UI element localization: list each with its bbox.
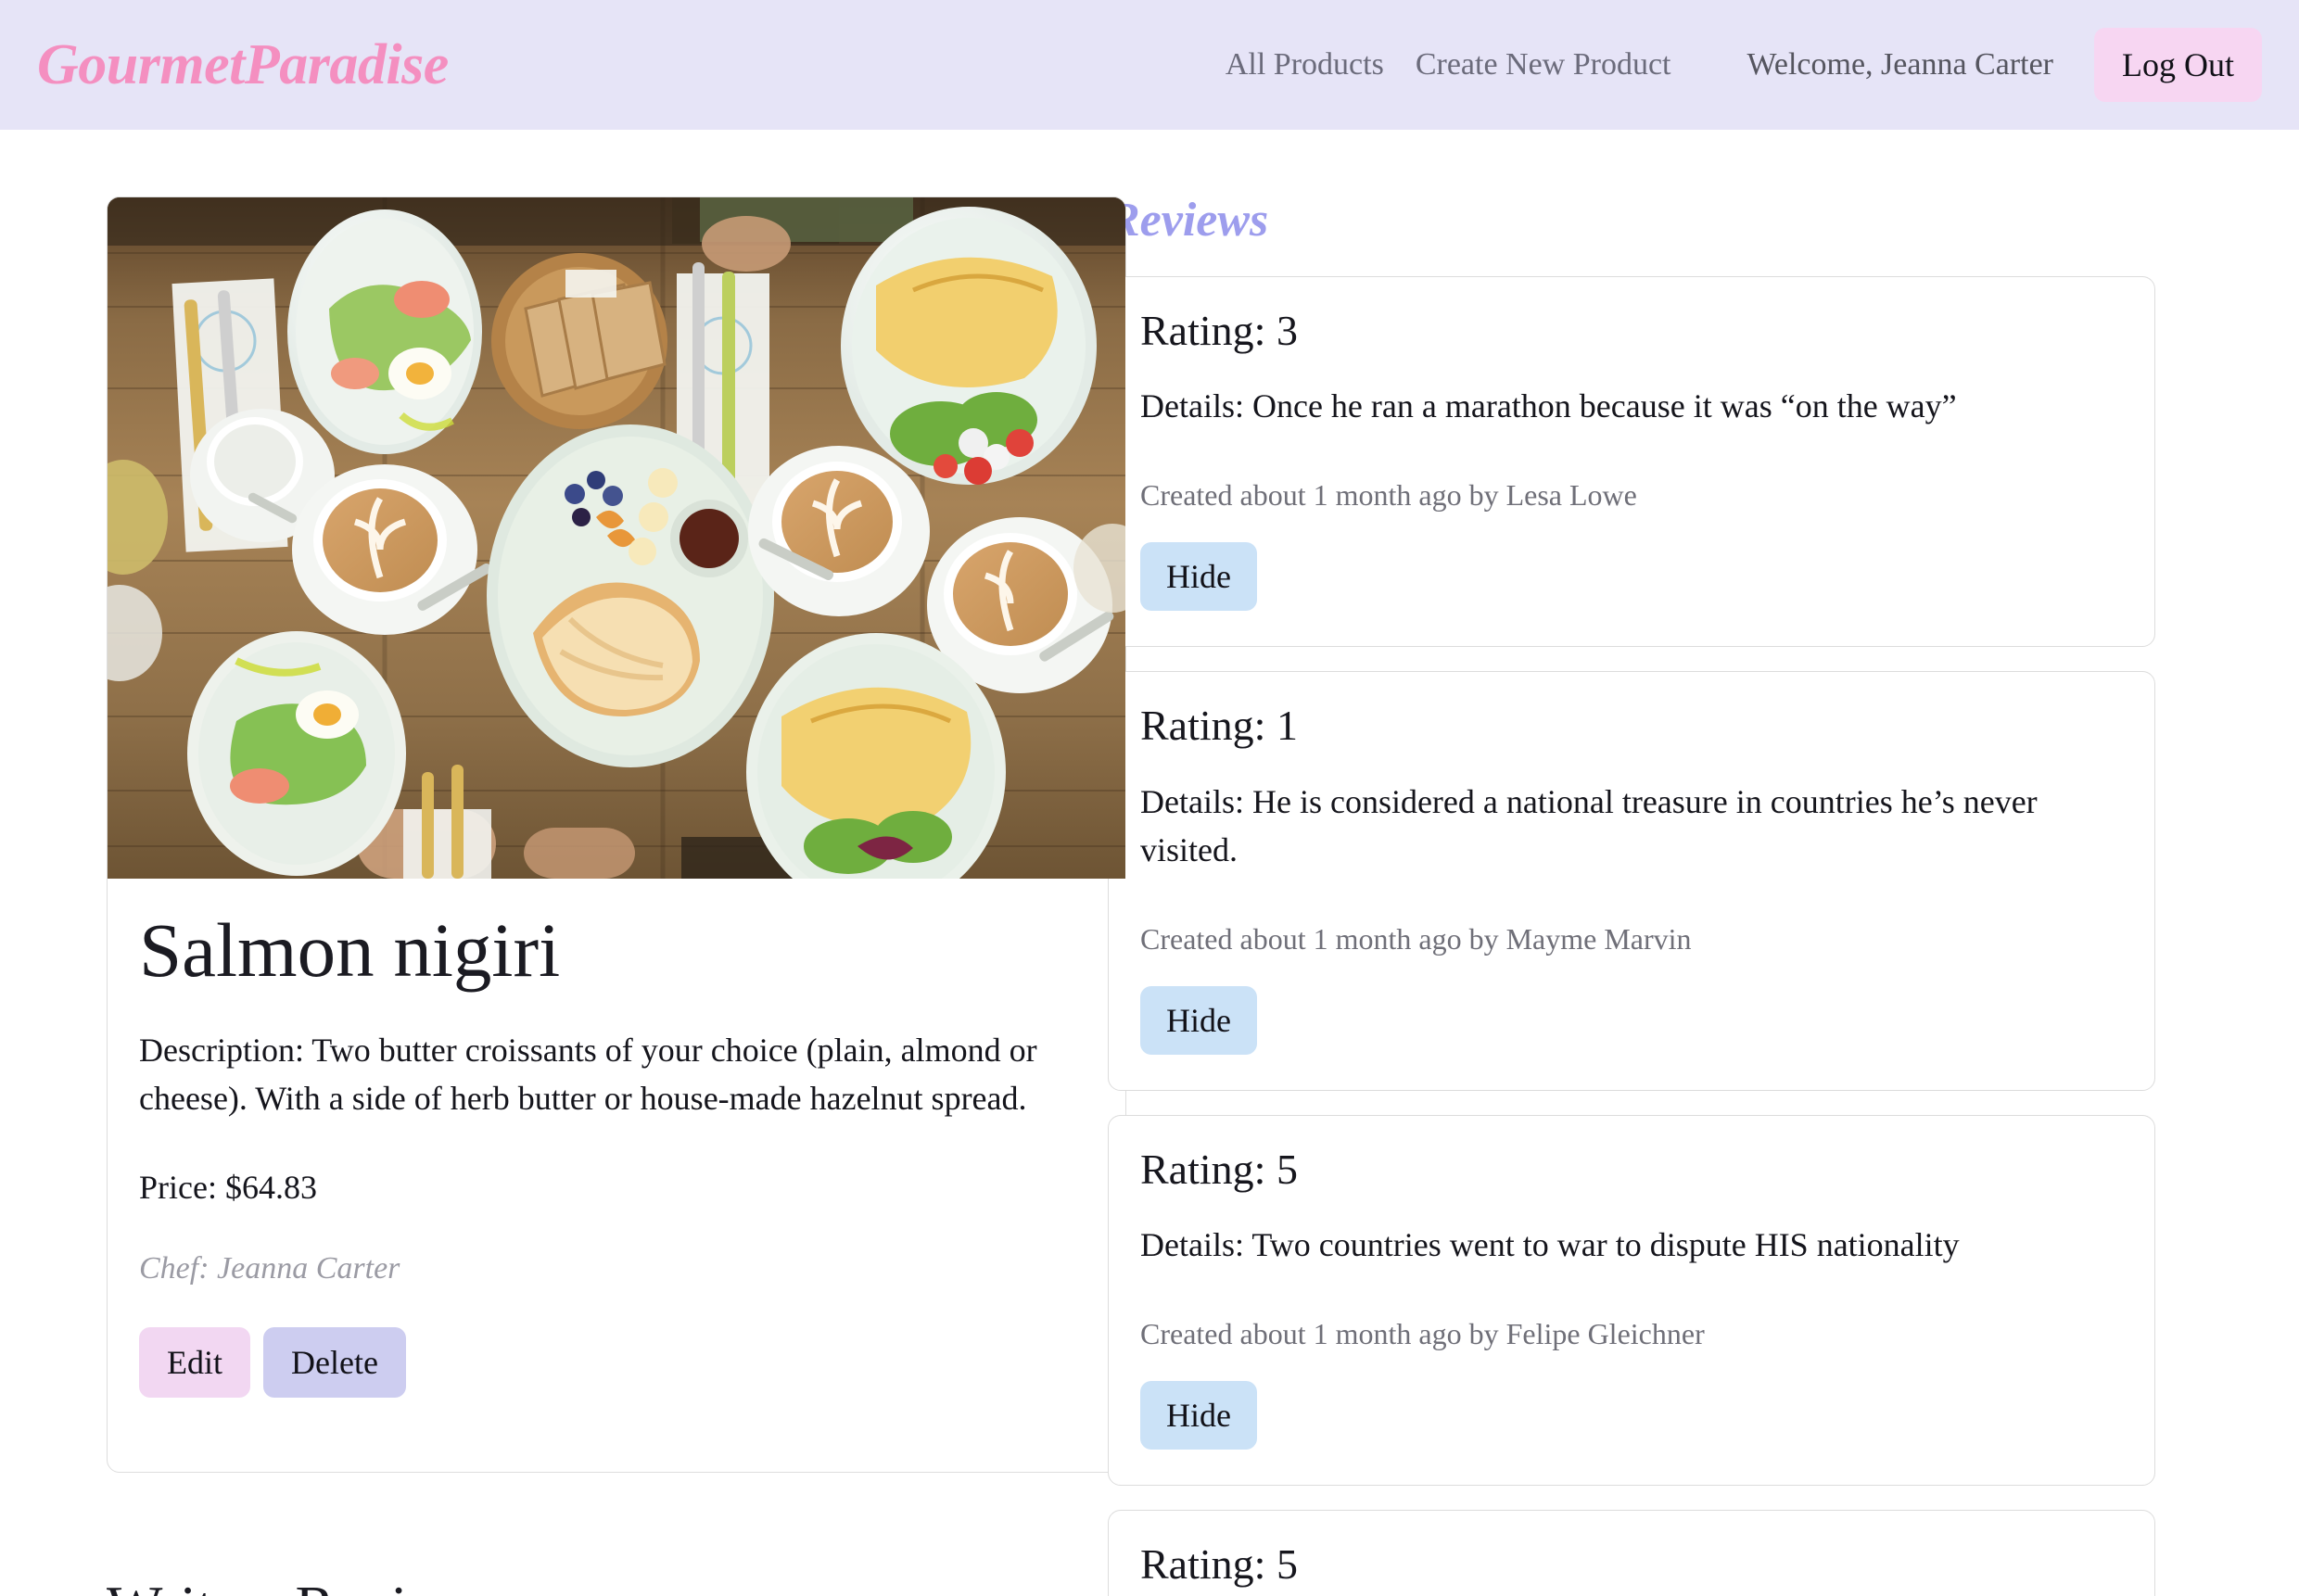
write-review-title: Write a Review (107, 1574, 1089, 1596)
review-card: Rating: 3 Details: Once he ran a maratho… (1108, 276, 2155, 648)
product-image (108, 197, 1125, 879)
product-actions: Edit Delete (139, 1326, 1094, 1398)
review-details: Details: Two countries went to war to di… (1140, 1226, 1960, 1264)
product-description: Description: Two butter croissants of yo… (139, 1032, 1037, 1118)
reviews-column: Reviews Rating: 3 Details: Once he ran a… (1108, 196, 2299, 1596)
welcome-message: Welcome, Jeanna Carter (1746, 47, 2054, 82)
primary-nav: All Products Create New Product (1226, 47, 1671, 82)
review-rating: Rating: 5 (1140, 1540, 1298, 1589)
product-card: Salmon nigiri Description: Two butter cr… (107, 196, 1126, 1473)
header-nav-zone: All Products Create New Product Welcome,… (1226, 28, 2262, 102)
hide-review-button[interactable]: Hide (1140, 1381, 1257, 1450)
product-price: Price: $64.83 (139, 1168, 317, 1206)
brand-logo[interactable]: GourmetParadise (37, 36, 449, 94)
nav-link-create-new-product[interactable]: Create New Product (1416, 47, 1671, 82)
review-meta: Created about 1 month ago by Mayme Marvi… (1140, 921, 1692, 956)
edit-button[interactable]: Edit (139, 1326, 250, 1398)
product-column: Salmon nigiri Description: Two butter cr… (0, 196, 1126, 1596)
review-details: Details: Once he ran a marathon because … (1140, 387, 1957, 425)
review-meta: Created about 1 month ago by Lesa Lowe (1140, 478, 1637, 513)
review-card: Rating: 5 Details: He played a game of R… (1108, 1510, 2155, 1596)
product-title: Salmon nigiri (139, 907, 561, 993)
product-chef: Chef: Jeanna Carter (139, 1250, 400, 1286)
product-details: Salmon nigiri Description: Two butter cr… (108, 879, 1125, 1472)
site-header: GourmetParadise All Products Create New … (0, 0, 2299, 130)
nav-link-all-products[interactable]: All Products (1226, 47, 1384, 82)
review-rating: Rating: 5 (1140, 1145, 1298, 1193)
review-card: Rating: 5 Details: Two countries went to… (1108, 1114, 2155, 1487)
logout-button[interactable]: Log Out (2094, 28, 2262, 102)
hide-review-button[interactable]: Hide (1140, 985, 1257, 1055)
delete-button[interactable]: Delete (263, 1326, 406, 1398)
page-body: Salmon nigiri Description: Two butter cr… (0, 130, 2299, 1596)
review-details: Details: He is considered a national tre… (1140, 782, 2038, 868)
reviews-heading: Reviews (1108, 194, 1269, 247)
write-review-section: Write a Review Rating (107, 1574, 1089, 1596)
hide-review-button[interactable]: Hide (1140, 542, 1257, 612)
review-card: Rating: 1 Details: He is considered a na… (1108, 671, 2155, 1091)
review-rating: Rating: 3 (1140, 307, 1298, 354)
review-rating: Rating: 1 (1140, 702, 1298, 750)
review-meta: Created about 1 month ago by Felipe Glei… (1140, 1317, 1705, 1351)
